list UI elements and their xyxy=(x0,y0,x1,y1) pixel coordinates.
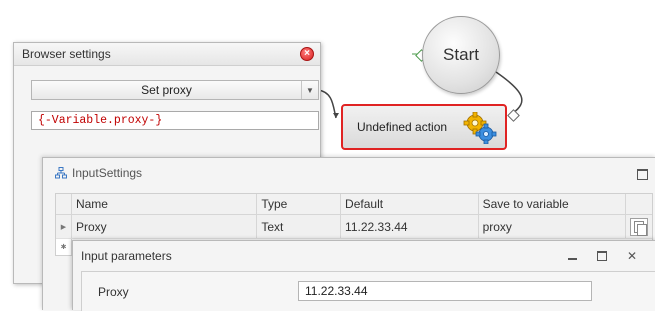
column-header-name[interactable]: Name xyxy=(72,194,258,214)
grid-header-indicator xyxy=(56,194,72,214)
browser-settings-title: Browser settings xyxy=(22,47,111,61)
row-actions xyxy=(626,215,652,238)
connector-arrow xyxy=(333,113,339,118)
start-node[interactable]: Start xyxy=(422,16,500,94)
input-parameters-window: Input parameters ✕ Proxy 11.22.33.44 xyxy=(72,240,655,311)
cell-save-to-variable[interactable]: proxy xyxy=(479,215,627,238)
input-parameters-title: Input parameters xyxy=(81,249,172,263)
cell-type[interactable]: Text xyxy=(257,215,342,238)
action-node-label: Undefined action xyxy=(357,120,448,134)
proxy-field-label: Proxy xyxy=(98,285,129,299)
row-indicator-icon: ▶ xyxy=(56,215,72,238)
table-row[interactable]: ▶ Proxy Text 11.22.33.44 proxy xyxy=(56,215,652,239)
input-parameters-titlebar[interactable]: Input parameters ✕ xyxy=(73,241,655,271)
restore-icon[interactable] xyxy=(596,250,608,262)
input-parameters-panel: Proxy 11.22.33.44 xyxy=(81,271,655,311)
column-header-save-to-variable[interactable]: Save to variable xyxy=(479,194,627,214)
column-header-actions xyxy=(626,194,652,214)
column-header-type[interactable]: Type xyxy=(257,194,342,214)
minimize-icon[interactable] xyxy=(566,250,578,262)
input-settings-titlebar[interactable]: InputSettings xyxy=(43,158,655,188)
chevron-down-icon[interactable]: ▼ xyxy=(301,81,318,99)
proxy-variable-input[interactable]: {-Variable.proxy-} xyxy=(31,111,319,130)
window-controls: ✕ xyxy=(566,250,638,262)
action-node[interactable]: Undefined action xyxy=(341,104,507,150)
input-settings-title: InputSettings xyxy=(72,166,143,180)
cell-name[interactable]: Proxy xyxy=(72,215,258,238)
maximize-icon[interactable] xyxy=(637,169,648,180)
gears-icon xyxy=(463,112,497,144)
close-icon[interactable]: ✕ xyxy=(626,250,638,262)
tree-icon xyxy=(55,167,67,179)
browser-settings-titlebar[interactable]: Browser settings × xyxy=(14,43,320,66)
action-select[interactable]: Set proxy ▼ xyxy=(31,80,319,100)
close-icon[interactable]: × xyxy=(300,47,314,61)
copy-icon[interactable] xyxy=(630,217,649,236)
proxy-field-input[interactable]: 11.22.33.44 xyxy=(298,281,592,301)
grid-header: Name Type Default Save to variable xyxy=(56,194,652,215)
cell-default[interactable]: 11.22.33.44 xyxy=(341,215,479,238)
start-node-label: Start xyxy=(443,45,479,64)
new-row-icon: ✱ xyxy=(56,239,72,255)
action-select-value: Set proxy xyxy=(141,83,192,97)
column-header-default[interactable]: Default xyxy=(341,194,479,214)
